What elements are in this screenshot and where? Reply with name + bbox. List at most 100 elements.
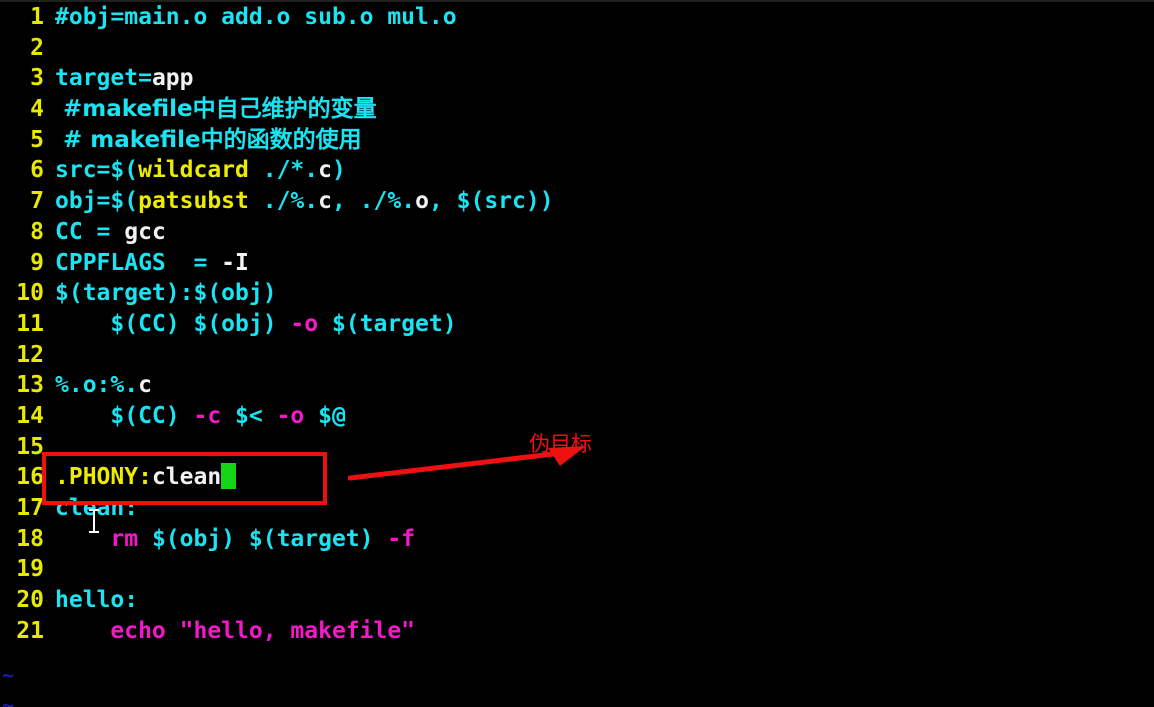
function-arg-token: , $(src)) — [428, 188, 554, 215]
line-content[interactable]: $(CC) -c $< -o $@ — [44, 401, 1154, 432]
variable-value-token: gcc — [124, 218, 166, 245]
code-line: 1 #obj=main.o add.o sub.o mul.o — [0, 2, 1154, 33]
code-line: 18 rm $(obj) $(target) -f — [0, 524, 1154, 555]
line-number: 9 — [30, 249, 44, 276]
code-line: 14 $(CC) -c $< -o $@ — [0, 401, 1154, 432]
automatic-var-token: $< — [221, 402, 277, 429]
code-line: 12 — [0, 340, 1154, 371]
shell-command-token: rm — [110, 525, 139, 552]
code-line: 13 %.o:%.c — [0, 370, 1154, 401]
tilde-marker: ~ — [2, 693, 15, 707]
line-content[interactable]: CC = gcc — [44, 217, 1154, 248]
line-number: 3 — [30, 65, 44, 92]
line-number: 11 — [16, 310, 44, 337]
mouse-ibeam-cursor-icon — [89, 509, 99, 533]
variable-name-token: CC = — [55, 218, 125, 245]
empty-buffer-markers: ~ ~ — [0, 660, 44, 707]
line-content[interactable]: hello: — [44, 585, 1154, 616]
phony-directive-token: .PHONY: — [55, 464, 152, 491]
line-content[interactable]: rm $(obj) $(target) -f — [44, 524, 1154, 555]
annotation-label: 伪目标 — [529, 432, 592, 456]
line-content[interactable]: target=app — [44, 63, 1154, 94]
line-content[interactable]: %.o:%.c — [44, 370, 1154, 401]
line-content[interactable]: src=$(wildcard ./*.c) — [44, 155, 1154, 186]
assign-operator-token: = — [138, 65, 152, 92]
recipe-token: $(CC) — [55, 402, 194, 429]
line-number: 10 — [16, 280, 44, 307]
recipe-token: $(CC) $(obj) — [55, 310, 291, 337]
line-number: 21 — [16, 617, 44, 644]
code-line: 2 — [0, 33, 1154, 64]
line-number: 15 — [16, 433, 44, 460]
code-line: 21 echo "hello, makefile" — [0, 616, 1154, 647]
line-number: 18 — [16, 525, 44, 552]
function-arg-ext-token: c — [318, 157, 332, 184]
line-number: 17 — [16, 495, 44, 521]
paren-token: ) — [331, 157, 346, 184]
function-name-token: wildcard — [138, 157, 249, 184]
variable-name-token: CPPFLAGS = — [55, 249, 222, 276]
line-number: 1 — [30, 4, 44, 30]
comment-token: #makefile中自己维护的变量 — [55, 96, 377, 123]
line-number: 6 — [30, 157, 44, 184]
code-line: 9 CPPFLAGS = -I — [0, 248, 1154, 279]
terminal-screen: 1 #obj=main.o add.o sub.o mul.o 2 3 targ… — [0, 0, 1154, 707]
line-content[interactable]: clean: — [44, 493, 1154, 524]
comment-token: #obj=main.o add.o sub.o mul.o — [55, 4, 457, 30]
line-number: 2 — [30, 34, 44, 61]
variable-name-token: target — [55, 65, 139, 92]
function-arg-token: ./%. — [248, 188, 319, 215]
code-line: 3 target=app — [0, 63, 1154, 94]
function-name-token: patsubst — [138, 188, 249, 215]
code-line: 19 — [0, 554, 1154, 585]
function-arg-ext-token: c — [318, 188, 332, 215]
function-arg-ext-token: o — [415, 188, 429, 215]
code-line: 6 src=$(wildcard ./*.c) — [0, 155, 1154, 186]
line-number: 7 — [30, 188, 44, 215]
flag-token: -c — [193, 402, 222, 429]
line-number: 13 — [16, 372, 44, 399]
recipe-token: $(target) — [318, 310, 457, 337]
rule-target-token: $(target):$(obj) — [55, 280, 277, 307]
text-cursor — [221, 463, 237, 490]
line-number: 20 — [16, 587, 44, 614]
code-line: 8 CC = gcc — [0, 217, 1154, 248]
shell-command-token: echo "hello, makefile" — [55, 617, 416, 644]
function-arg-token: ./*. — [248, 157, 319, 184]
variable-name-token: obj=$( — [55, 188, 139, 215]
code-line: 17 clean: — [0, 493, 1154, 524]
line-number: 16 — [16, 464, 44, 491]
recipe-indent — [55, 526, 110, 552]
line-content[interactable]: #makefile中自己维护的变量 — [44, 94, 1154, 125]
line-content[interactable]: obj=$(patsubst ./%.c, ./%.o, $(src)) — [44, 186, 1154, 217]
line-number: 5 — [30, 126, 44, 153]
line-content[interactable]: CPPFLAGS = -I — [44, 248, 1154, 279]
line-content[interactable]: #obj=main.o add.o sub.o mul.o — [44, 2, 1154, 33]
line-number: 14 — [16, 402, 44, 429]
automatic-var-token: $@ — [304, 402, 346, 429]
tilde-marker: ~ — [2, 663, 15, 687]
line-number: 12 — [16, 341, 44, 368]
variable-name-token: src=$( — [55, 157, 139, 184]
code-editor-buffer[interactable]: 1 #obj=main.o add.o sub.o mul.o 2 3 targ… — [0, 2, 1154, 646]
line-content[interactable]: .PHONY:clean — [44, 462, 1154, 493]
variable-value-token: app — [151, 65, 194, 92]
code-line: 7 obj=$(patsubst ./%.c, ./%.o, $(src)) — [0, 186, 1154, 217]
recipe-token: $(obj) $(target) — [138, 525, 388, 552]
code-line: 11 $(CC) $(obj) -o $(target) — [0, 309, 1154, 340]
variable-value-token: -I — [221, 249, 249, 276]
pattern-ext-token: c — [138, 372, 152, 399]
flag-token: -o — [276, 402, 305, 429]
code-line: 10 $(target):$(obj) — [0, 278, 1154, 309]
function-arg-token: , ./%. — [331, 188, 416, 215]
line-content[interactable]: echo "hello, makefile" — [44, 616, 1154, 647]
flag-token: -f — [387, 525, 416, 552]
line-number: 8 — [30, 218, 44, 245]
line-content[interactable]: # makefile中的函数的使用 — [44, 125, 1154, 156]
line-content[interactable]: $(CC) $(obj) -o $(target) — [44, 309, 1154, 340]
comment-token: # makefile中的函数的使用 — [55, 126, 362, 153]
pattern-rule-token: %.o:%. — [55, 372, 139, 399]
line-content[interactable]: $(target):$(obj) — [44, 278, 1154, 309]
code-line: 20 hello: — [0, 585, 1154, 616]
code-line: 4 #makefile中自己维护的变量 — [0, 94, 1154, 125]
